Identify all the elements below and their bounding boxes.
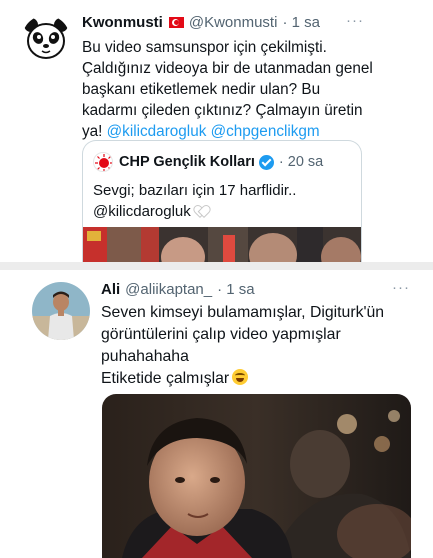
quote-author-name[interactable]: CHP Gençlik Kolları: [119, 154, 255, 170]
mention-link[interactable]: @chpgenclikgm: [211, 123, 320, 140]
tweet-text: Seven kimseyi bulamamışlar, Digiturk'ün …: [101, 302, 384, 390]
quote-mention[interactable]: @kilicdarogluk: [93, 203, 191, 220]
quote-media-image[interactable]: [83, 227, 361, 262]
tweet-time[interactable]: · 1 sa: [217, 281, 255, 298]
laughing-emoji-icon: [232, 369, 249, 385]
tweet-time[interactable]: · 1 sa: [282, 14, 320, 31]
tweet-text-line: görüntülerini çalıp video yapmışlar: [101, 326, 341, 343]
quote-text-line: @kilicdarogluk: [93, 201, 296, 222]
tweet-text-line: ya! @kilicdarogluk @chpgenclikgm: [82, 121, 373, 142]
more-icon[interactable]: ···: [392, 279, 410, 296]
mention-link[interactable]: @kilicdarogluk: [107, 123, 207, 140]
quoted-tweet[interactable]: CHP Gençlik Kolları · 20 sa Sevgi; bazıl…: [82, 140, 362, 262]
tweet-header: Kwonmusti @Kwonmusti · 1 sa: [82, 14, 320, 31]
author-handle[interactable]: @aliikaptan_: [125, 281, 212, 298]
tweet-text-line: puhahahaha: [101, 348, 189, 365]
tweet-text-segment: Etiketide çalmışlar: [101, 370, 230, 387]
tweet-text-line: Etiketide çalmışlar: [101, 368, 384, 390]
chp-logo-icon[interactable]: [93, 152, 113, 172]
quote-time[interactable]: · 20 sa: [279, 154, 323, 170]
author-name[interactable]: Ali: [101, 281, 120, 298]
quote-text: Sevgi; bazıları için 17 harflidir.. @kil…: [93, 180, 296, 222]
tweet-media-image[interactable]: [102, 394, 411, 558]
tweet-text: Bu video samsunspor için çekilmişti. Çal…: [82, 37, 373, 142]
tweet-header: Ali @aliikaptan_ · 1 sa: [101, 281, 255, 298]
tweet-text-line: kadarmı çileden çıktınız? Çalmayın üreti…: [82, 102, 363, 119]
tweet-text-line: Çaldığınız videoya bir de utanmadan gene…: [82, 60, 373, 77]
author-name[interactable]: Kwonmusti: [82, 14, 163, 31]
turkey-flag-icon: [168, 17, 184, 28]
white-heart-icon: [195, 206, 207, 217]
tweet-text-line: Bu video samsunspor için çekilmişti.: [82, 39, 327, 56]
quote-header: CHP Gençlik Kolları · 20 sa: [93, 152, 323, 172]
more-icon[interactable]: ···: [346, 12, 364, 29]
panda-avatar[interactable]: [22, 15, 70, 63]
tweet-text-line: Seven kimseyi bulamamışlar, Digiturk'ün: [101, 304, 385, 321]
verified-badge-icon: [258, 154, 274, 170]
tweet-card: Kwonmusti @Kwonmusti · 1 sa ··· Bu video…: [0, 0, 433, 262]
user-avatar[interactable]: [32, 282, 90, 340]
tweet-text-line: başkanı etiketlemek nedir ulan? Bu: [82, 81, 321, 98]
quote-text-line: Sevgi; bazıları için 17 harflidir..: [93, 182, 297, 199]
text-prefix: ya!: [82, 123, 107, 140]
author-handle[interactable]: @Kwonmusti: [189, 14, 278, 31]
